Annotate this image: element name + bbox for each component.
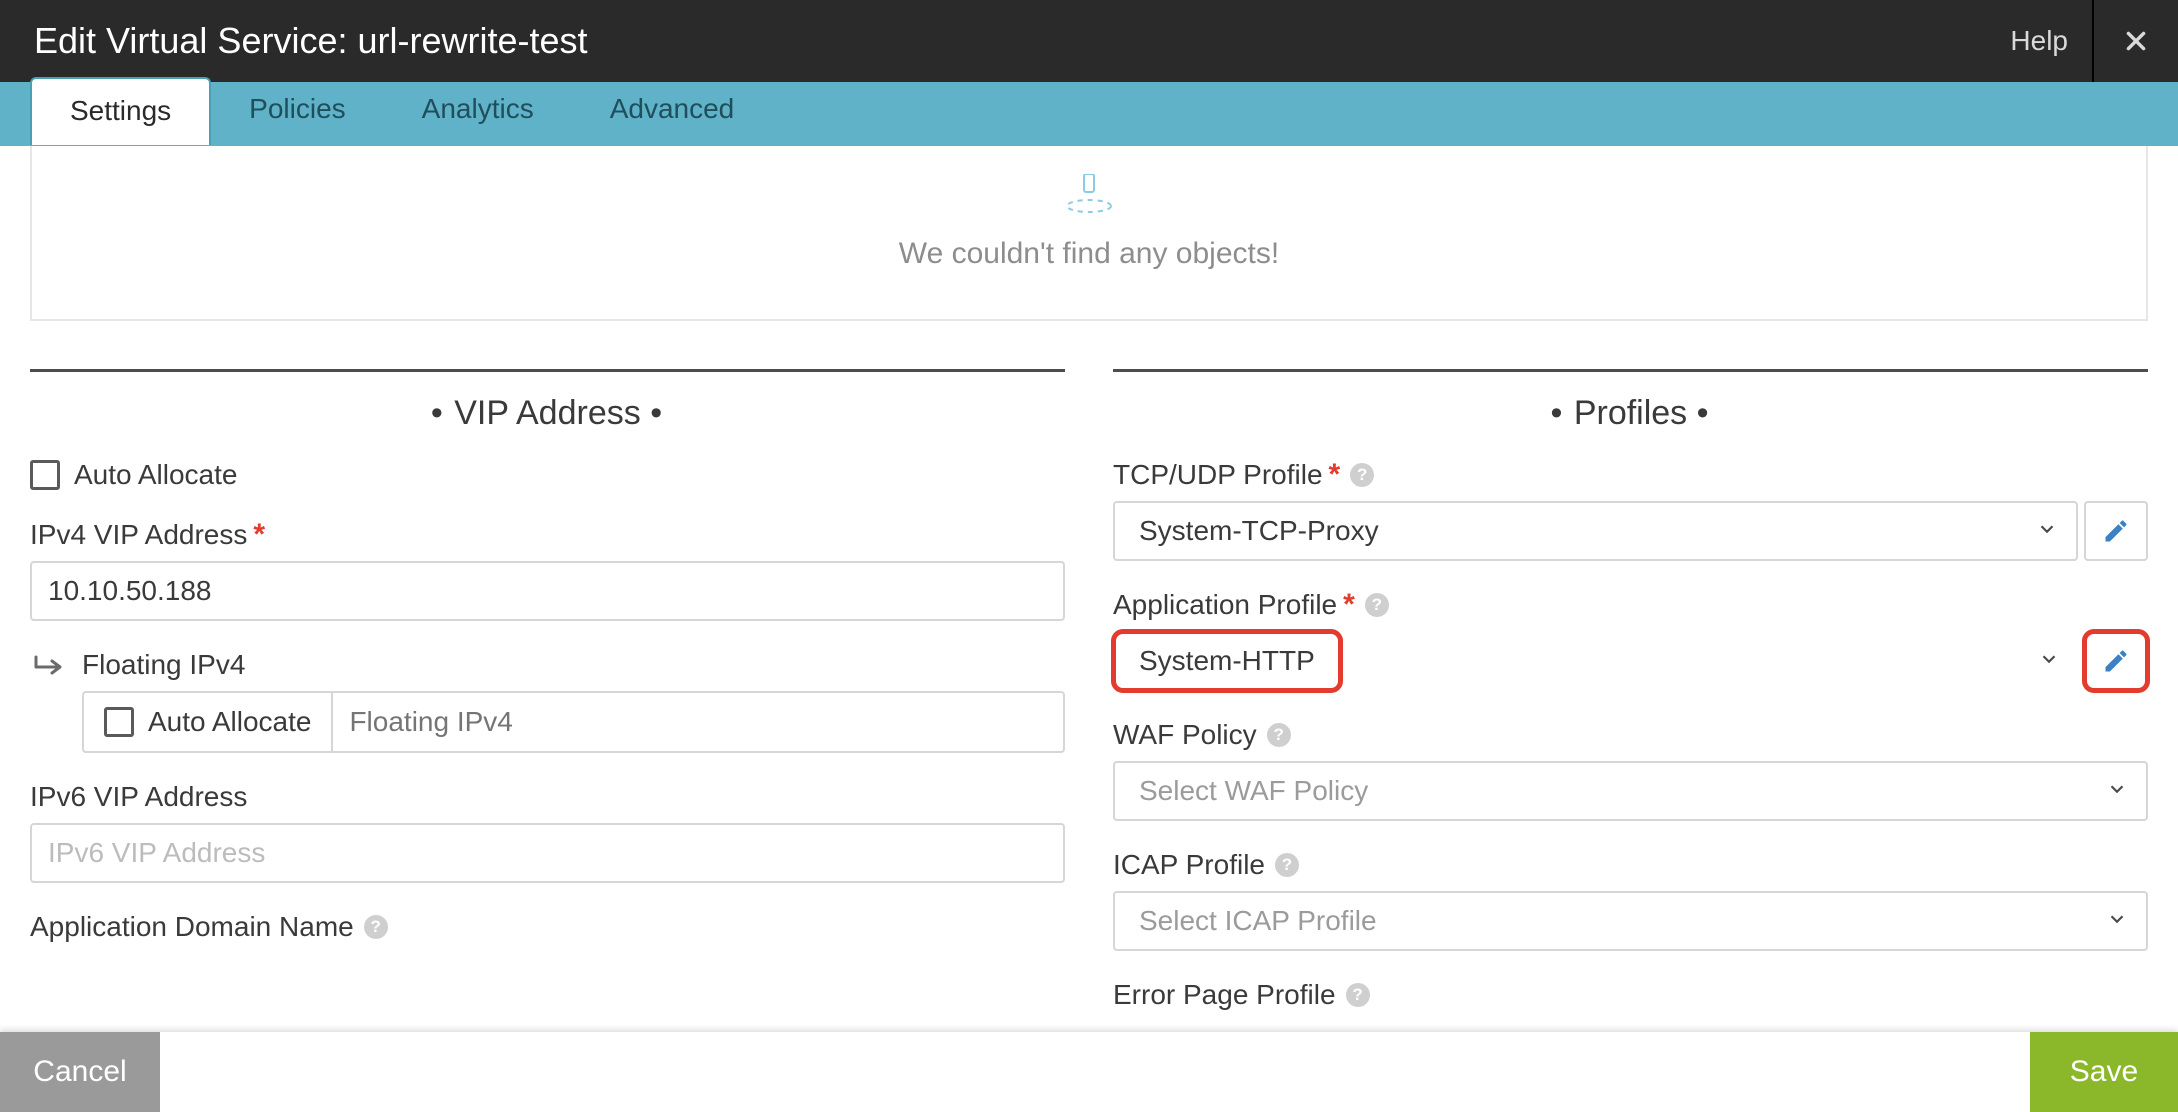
save-button[interactable]: Save <box>2030 1032 2178 1112</box>
tcp-profile-value: System-TCP-Proxy <box>1139 515 1379 547</box>
error-page-profile-label: Error Page Profile <box>1113 979 1336 1011</box>
checkbox-icon <box>30 460 60 490</box>
icap-profile-label: ICAP Profile <box>1113 849 1265 881</box>
vip-address-section: • VIP Address • Auto Allocate IPv4 VIP A… <box>30 369 1065 1021</box>
empty-results-text: We couldn't find any objects! <box>32 237 2146 271</box>
required-marker: * <box>253 520 265 550</box>
cancel-button[interactable]: Cancel <box>0 1032 160 1112</box>
footer-spacer <box>160 1032 2030 1112</box>
app-domain-label: Application Domain Name <box>30 911 354 943</box>
indent-arrow-icon <box>30 653 68 690</box>
waf-policy-select[interactable]: Select WAF Policy <box>1113 761 2148 821</box>
app-profile-edit-button[interactable] <box>2084 631 2148 691</box>
icap-profile-placeholder: Select ICAP Profile <box>1139 905 1377 937</box>
ipv4-label: IPv4 VIP Address <box>30 519 247 551</box>
empty-placeholder-icon <box>1062 174 1116 219</box>
waf-policy-label: WAF Policy <box>1113 719 1257 751</box>
profiles-section: • Profiles • TCP/UDP Profile * ? System-… <box>1113 369 2148 1021</box>
modal-footer: Cancel Save <box>0 1032 2178 1112</box>
chevron-down-icon <box>2038 648 2060 675</box>
app-profile-label: Application Profile <box>1113 589 1337 621</box>
floating-ipv4-label: Floating IPv4 <box>82 649 1065 681</box>
pencil-icon <box>2102 517 2130 545</box>
section-header-vip: • VIP Address • <box>30 369 1065 459</box>
pencil-icon <box>2102 647 2130 675</box>
tcp-profile-select[interactable]: System-TCP-Proxy <box>1113 501 2078 561</box>
close-button[interactable] <box>2092 0 2178 82</box>
chevron-down-icon <box>2106 775 2128 807</box>
required-marker: * <box>1343 590 1355 620</box>
icap-profile-select[interactable]: Select ICAP Profile <box>1113 891 2148 951</box>
help-icon[interactable]: ? <box>1275 853 1299 877</box>
tab-advanced[interactable]: Advanced <box>572 77 773 143</box>
tab-bar: Settings Policies Analytics Advanced <box>0 82 2178 146</box>
tab-settings[interactable]: Settings <box>30 77 211 145</box>
floating-auto-allocate-label: Auto Allocate <box>148 706 311 738</box>
tcp-profile-label: TCP/UDP Profile <box>1113 459 1323 491</box>
help-icon[interactable]: ? <box>1267 723 1291 747</box>
modal-header: Edit Virtual Service: url-rewrite-test H… <box>0 0 2178 82</box>
ipv4-vip-input[interactable] <box>30 561 1065 621</box>
ipv6-vip-input[interactable] <box>30 823 1065 883</box>
help-link[interactable]: Help <box>2010 0 2068 82</box>
floating-auto-allocate-checkbox[interactable]: Auto Allocate <box>82 691 331 753</box>
app-profile-value: System-HTTP <box>1139 645 1315 677</box>
section-title-profiles: Profiles <box>1574 394 1687 432</box>
required-marker: * <box>1329 460 1341 490</box>
tab-analytics[interactable]: Analytics <box>384 77 572 143</box>
close-icon <box>2123 28 2149 54</box>
floating-ipv4-input[interactable] <box>331 691 1065 753</box>
chevron-down-icon <box>2036 515 2058 547</box>
auto-allocate-label: Auto Allocate <box>74 459 237 491</box>
tcp-profile-edit-button[interactable] <box>2084 501 2148 561</box>
help-icon[interactable]: ? <box>1365 593 1389 617</box>
help-icon[interactable]: ? <box>1346 983 1370 1007</box>
app-profile-select[interactable]: System-HTTP <box>1113 631 1341 691</box>
waf-policy-placeholder: Select WAF Policy <box>1139 775 1368 807</box>
help-icon[interactable]: ? <box>1350 463 1374 487</box>
checkbox-icon <box>104 707 134 737</box>
empty-results-panel: We couldn't find any objects! <box>30 146 2148 321</box>
form-columns: • VIP Address • Auto Allocate IPv4 VIP A… <box>0 321 2178 1021</box>
auto-allocate-checkbox[interactable]: Auto Allocate <box>30 459 1065 491</box>
help-icon[interactable]: ? <box>364 915 388 939</box>
ipv6-label: IPv6 VIP Address <box>30 781 247 813</box>
chevron-down-icon <box>2106 905 2128 937</box>
tab-policies[interactable]: Policies <box>211 77 383 143</box>
app-profile-caret-area[interactable] <box>1341 631 2078 691</box>
section-header-profiles: • Profiles • <box>1113 369 2148 459</box>
section-title-vip: VIP Address <box>454 394 641 432</box>
page-title: Edit Virtual Service: url-rewrite-test <box>34 20 588 62</box>
